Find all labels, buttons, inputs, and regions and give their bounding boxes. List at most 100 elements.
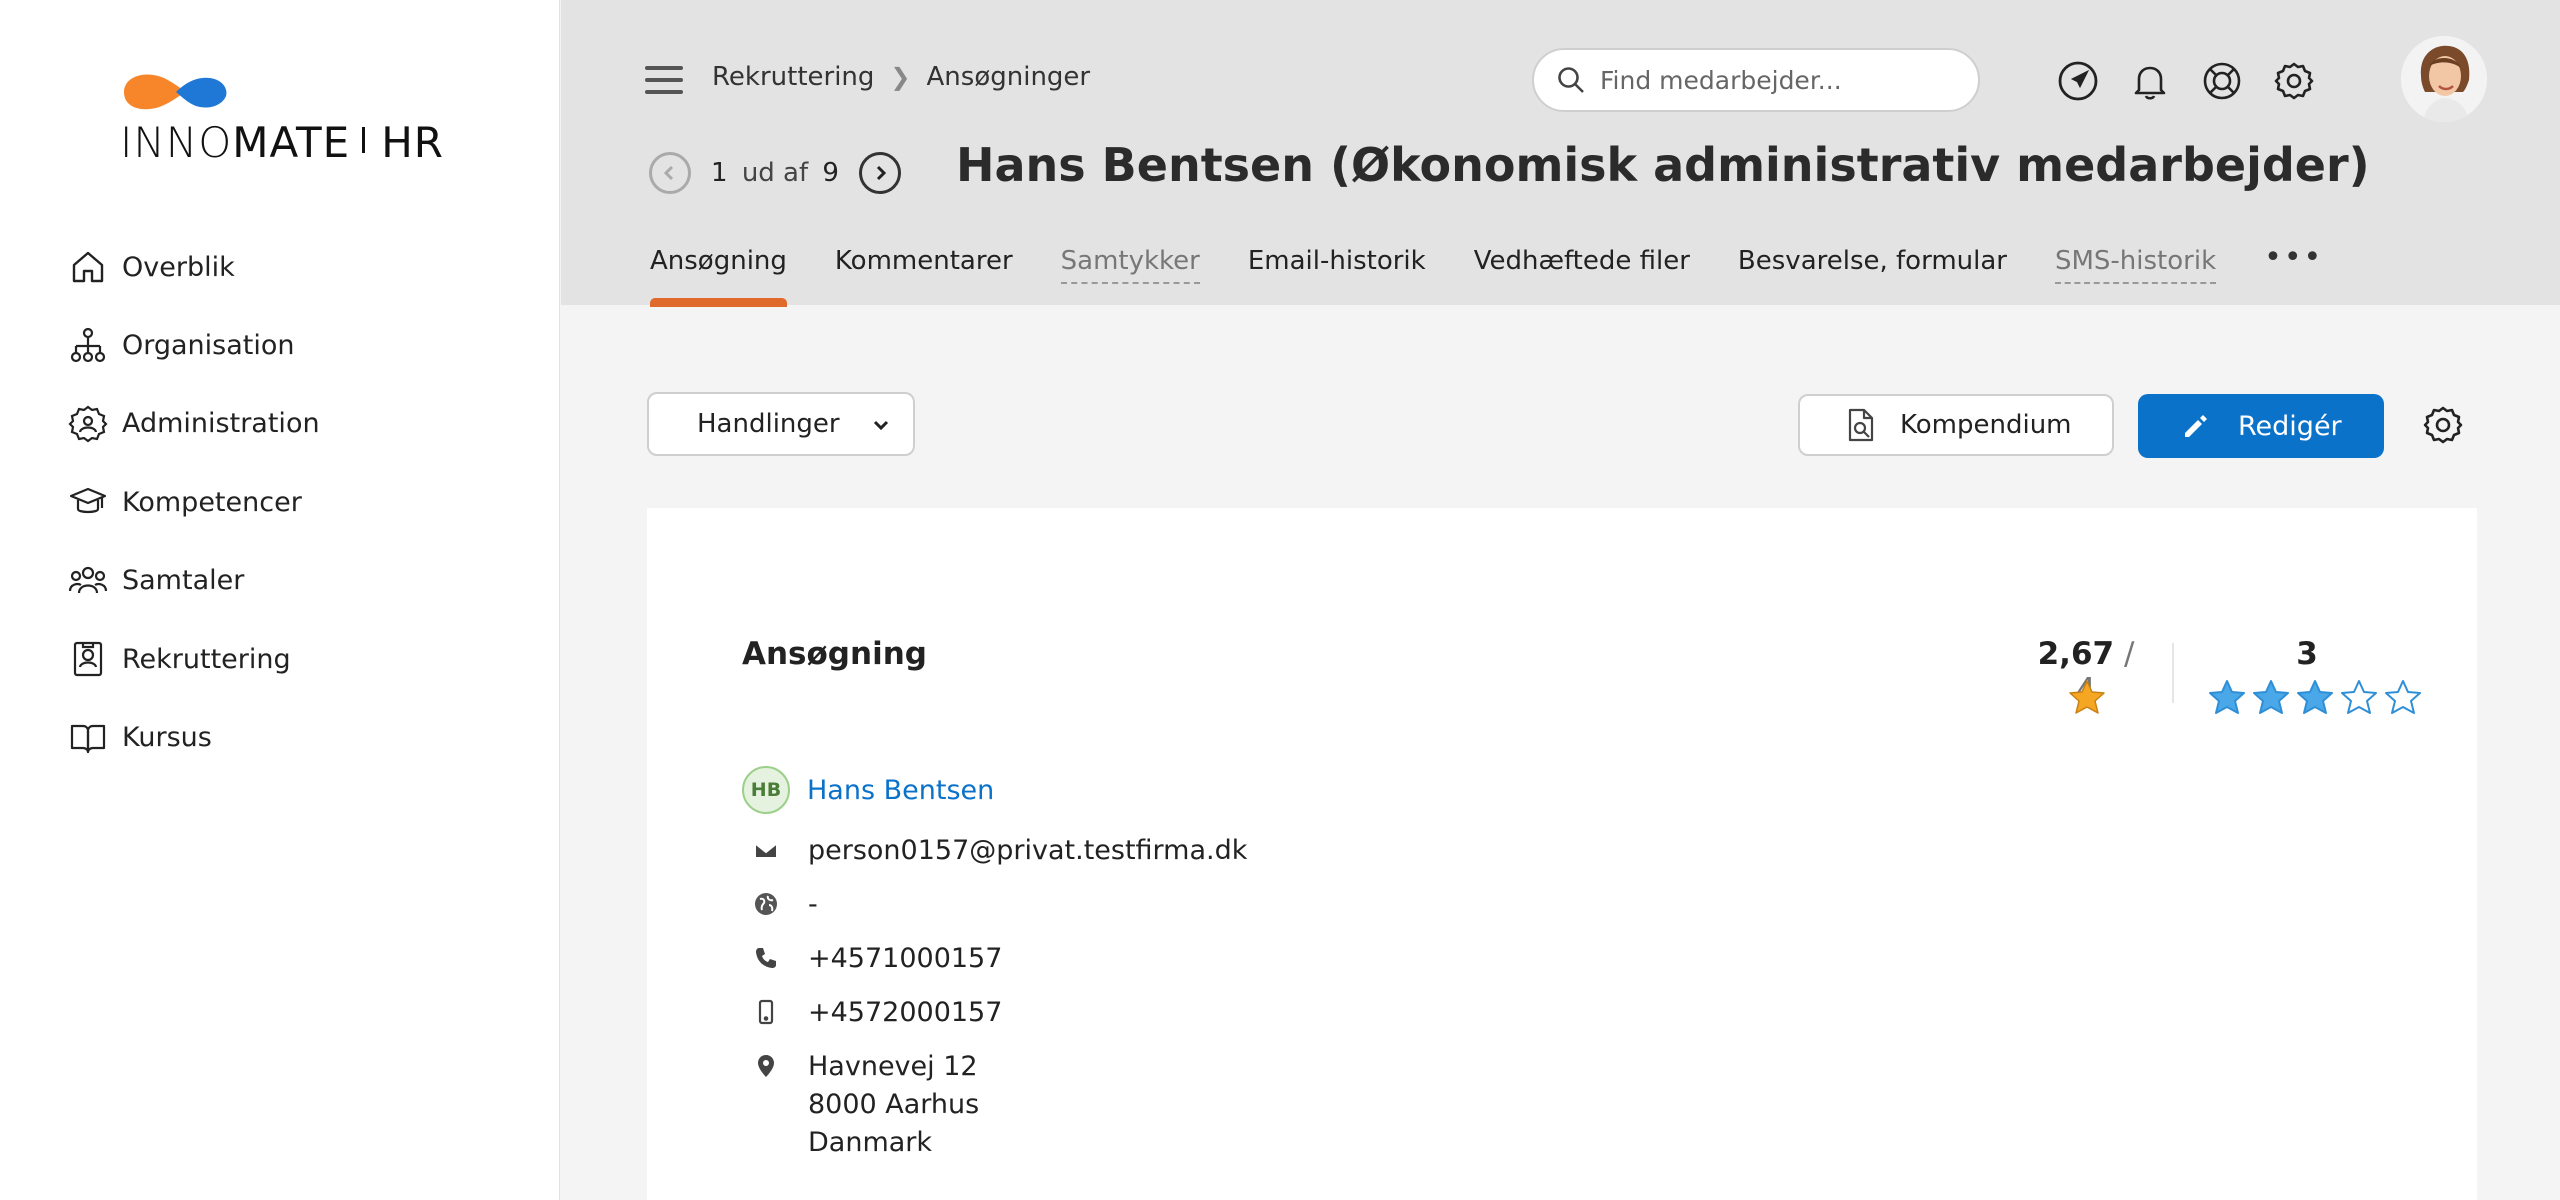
applicant-name-link[interactable]: Hans Bentsen <box>807 775 994 806</box>
star-outline-icon[interactable] <box>2339 678 2379 718</box>
mobile-value: +4572000157 <box>808 997 1003 1028</box>
top-header: Rekruttering ❯ Ansøgninger Find medarbej… <box>561 0 2560 307</box>
logo[interactable]: INNOMATE HR <box>120 60 450 170</box>
people-icon <box>68 566 108 593</box>
mobile-row: +4572000157 <box>742 994 1002 1032</box>
chevron-left-icon <box>663 165 674 181</box>
tab-vedhaeftede-filer[interactable]: Vedhæftede filer <box>1474 246 1690 305</box>
logo-text-inno: INNO <box>120 118 233 167</box>
avatar[interactable] <box>2401 36 2487 122</box>
tab-email-historik[interactable]: Email-historik <box>1248 246 1426 305</box>
search-box <box>1532 48 1980 112</box>
sidebar-item-label: Samtaler <box>122 565 245 597</box>
tab-sms-historik[interactable]: SMS-historik <box>2054 246 2217 284</box>
rating-value: 3 <box>2296 636 2318 672</box>
top-icon-bar <box>2055 58 2343 104</box>
search-icon <box>1558 67 1584 93</box>
pager-current: 1 <box>711 158 728 188</box>
pager-total: 9 <box>822 158 839 188</box>
tab-bar: Ansøgning Kommentarer Samtykker Email-hi… <box>650 240 2323 307</box>
application-card: Ansøgning 2,67 / 4 3 HB Hans Bentsen per… <box>647 508 2477 1200</box>
tab-kommentarer[interactable]: Kommentarer <box>835 246 1013 305</box>
sidebar-item-kompetencer[interactable]: Kompetencer <box>68 463 528 541</box>
phone-row: +4571000157 <box>742 940 1002 978</box>
logo-text: INNOMATE HR <box>120 118 444 167</box>
address-line-1: Havnevej 12 <box>808 1051 978 1082</box>
pencil-icon <box>2185 415 2207 437</box>
sidebar-item-kursus[interactable]: Kursus <box>68 698 528 776</box>
applicant-row: HB Hans Bentsen <box>742 766 994 814</box>
next-record-button[interactable] <box>858 152 901 194</box>
website-row: - <box>742 886 818 924</box>
kompendium-label: Kompendium <box>1900 410 2072 440</box>
website-value: - <box>808 889 818 920</box>
search-input[interactable] <box>1600 65 1960 95</box>
sidebar-item-label: Organisation <box>122 330 295 362</box>
email-value: person0157@privat.testfirma.dk <box>808 835 1248 866</box>
hamburger-menu-icon[interactable] <box>645 66 683 96</box>
sidebar-item-rekruttering[interactable]: Rekruttering <box>68 620 528 698</box>
navigate-button[interactable] <box>2055 58 2101 104</box>
star-filled-icon[interactable] <box>2251 678 2291 718</box>
help-button[interactable] <box>2199 58 2245 104</box>
phone-value: +4571000157 <box>808 943 1003 974</box>
gear-person-icon <box>68 405 108 443</box>
address-line-3: Danmark <box>808 1127 933 1158</box>
edit-button[interactable]: Redigér <box>2138 394 2384 458</box>
sidebar-item-samtaler[interactable]: Samtaler <box>68 542 528 620</box>
sidebar-item-label: Kursus <box>122 722 212 754</box>
address-line-2: 8000 Aarhus <box>808 1089 980 1120</box>
pager-text: 1 ud af 9 <box>711 158 839 188</box>
envelope-icon <box>754 842 778 859</box>
record-pager: 1 ud af 9 <box>649 152 901 194</box>
chevron-down-icon <box>873 420 889 431</box>
navigation-arrow-icon <box>2058 61 2098 101</box>
score-value: 2,67 <box>2037 636 2115 672</box>
sidebar-nav: Overblik Organisation Administration Kom… <box>68 228 528 777</box>
gear-icon <box>2274 62 2314 100</box>
more-tabs-icon[interactable]: ••• <box>2264 240 2323 305</box>
star-outline-icon[interactable] <box>2383 678 2423 718</box>
star-filled-icon[interactable] <box>2207 678 2247 718</box>
sidebar-item-organisation[interactable]: Organisation <box>68 306 528 384</box>
bell-icon <box>2134 66 2166 100</box>
gear-icon[interactable] <box>2422 404 2464 446</box>
breadcrumb-rekruttering[interactable]: Rekruttering <box>712 62 874 92</box>
lifebuoy-icon <box>2203 62 2241 100</box>
globe-icon <box>755 893 777 915</box>
settings-button[interactable] <box>2271 58 2317 104</box>
sidebar-item-label: Overblik <box>122 251 235 283</box>
application-title: Ansøgning <box>742 636 927 672</box>
page-title: Hans Bentsen (Økonomisk administrativ me… <box>956 138 2370 192</box>
sidebar-item-administration[interactable]: Administration <box>68 385 528 463</box>
sidebar-item-label: Rekruttering <box>122 643 291 675</box>
logo-text-mate: MATE <box>232 118 351 167</box>
kompendium-button[interactable]: Kompendium <box>1798 394 2114 456</box>
breadcrumb-ansogninger[interactable]: Ansøgninger <box>927 62 1091 92</box>
tab-ansogning[interactable]: Ansøgning <box>650 246 787 307</box>
document-search-icon <box>1848 408 1874 442</box>
phone-icon <box>756 948 776 968</box>
sidebar-item-overblik[interactable]: Overblik <box>68 228 528 306</box>
notifications-button[interactable] <box>2127 58 2173 104</box>
sidebar-item-label: Kompetencer <box>122 486 302 518</box>
star-rating[interactable] <box>2207 678 2427 718</box>
org-chart-icon <box>70 327 106 362</box>
home-icon <box>72 251 104 283</box>
chevron-right-icon <box>876 165 887 181</box>
user-photo-icon <box>2401 36 2487 122</box>
logo-text-hr: HR <box>381 118 444 167</box>
breadcrumb: Rekruttering ❯ Ansøgninger <box>712 62 1090 92</box>
previous-record-button[interactable] <box>649 152 691 194</box>
edit-label: Redigér <box>2238 410 2342 442</box>
actions-dropdown[interactable]: Handlinger <box>647 392 915 456</box>
email-row: person0157@privat.testfirma.dk <box>742 832 1247 870</box>
address-value: Havnevej 12 8000 Aarhus Danmark <box>808 1048 979 1162</box>
logo-mark-icon <box>124 74 227 110</box>
tab-samtykker[interactable]: Samtykker <box>1060 246 1200 284</box>
tab-besvarelse-formular[interactable]: Besvarelse, formular <box>1738 246 2007 305</box>
graduation-cap-icon <box>69 488 107 514</box>
score-divider <box>2172 643 2174 703</box>
map-pin-icon <box>758 1055 774 1077</box>
star-filled-icon[interactable] <box>2295 678 2335 718</box>
